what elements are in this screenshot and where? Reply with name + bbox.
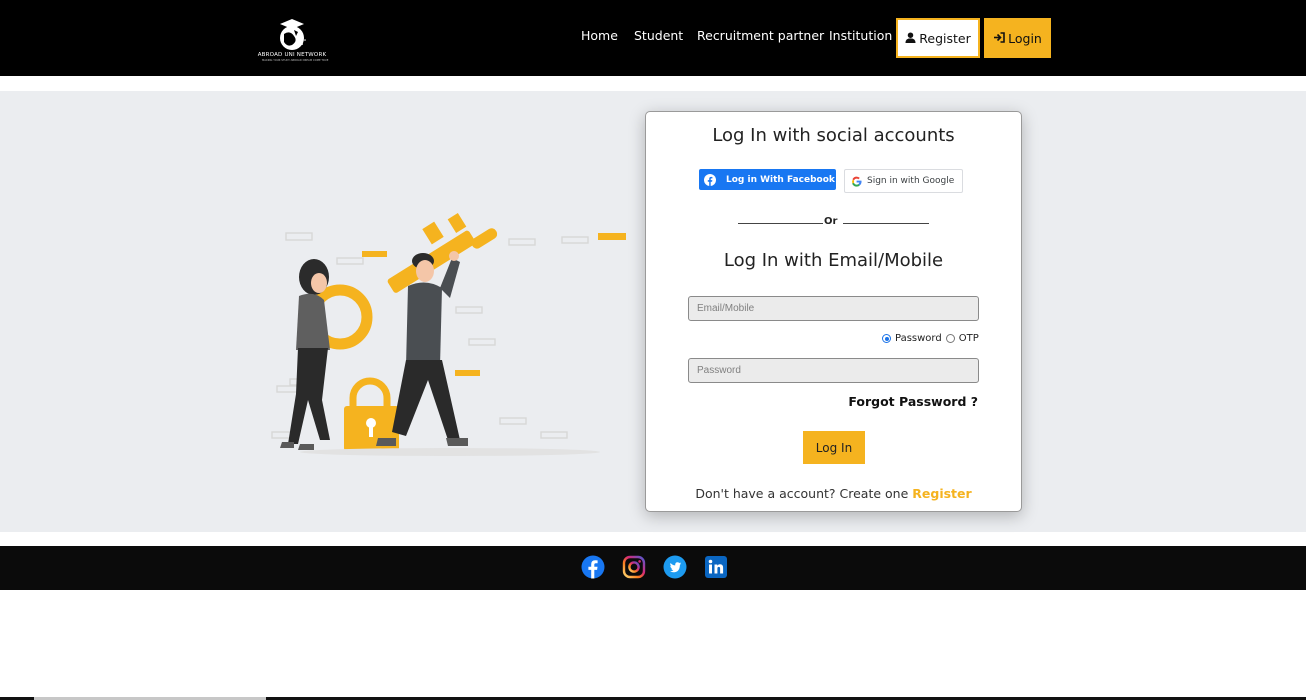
nav-recruitment-partner[interactable]: Recruitment partner	[697, 28, 824, 43]
user-icon	[905, 31, 916, 46]
linkedin-icon[interactable]	[704, 555, 728, 579]
google-signin-button[interactable]: Sign in with Google	[844, 169, 963, 193]
site-header: ABROAD UNI NETWORK MAKING YOUR STUDY ABR…	[0, 0, 1306, 76]
social-login-title: Log In with social accounts	[712, 125, 955, 146]
password-radio[interactable]	[882, 334, 891, 343]
site-footer	[0, 546, 1306, 590]
divider-left	[738, 223, 823, 224]
logo-globe-icon	[280, 19, 306, 50]
signup-prompt: Don't have a account? Create one Registe…	[646, 486, 1021, 501]
nav-institution[interactable]: Institution	[829, 28, 892, 43]
key-lock-illustration	[270, 210, 640, 460]
signup-text: Don't have a account? Create one	[695, 486, 909, 501]
login-button[interactable]: Login	[984, 18, 1051, 58]
register-button[interactable]: Register	[896, 18, 980, 58]
register-link[interactable]: Register	[912, 486, 971, 501]
login-method-radios: Password OTP	[882, 333, 979, 344]
email-login-title: Log In with Email/Mobile	[723, 250, 944, 271]
sign-in-icon	[993, 31, 1005, 46]
divider-right	[843, 223, 929, 224]
facebook-icon[interactable]	[581, 555, 605, 579]
facebook-login-label: Log in With Facebook	[726, 174, 835, 185]
login-button-label: Login	[1008, 30, 1042, 46]
google-signin-label: Sign in with Google	[867, 176, 955, 186]
logo-tagline: MAKING YOUR STUDY ABROAD DREAM COME TRUE	[262, 59, 329, 62]
logo-text: ABROAD UNI NETWORK	[257, 52, 327, 58]
email-mobile-input[interactable]	[688, 296, 979, 321]
facebook-login-button[interactable]: Log in With Facebook	[699, 169, 836, 190]
twitter-icon[interactable]	[663, 555, 687, 579]
register-button-label: Register	[919, 30, 971, 46]
otp-radio[interactable]	[945, 334, 955, 343]
login-submit-button[interactable]: Log In	[803, 431, 865, 464]
nav-home[interactable]: Home	[581, 28, 618, 43]
brand-logo[interactable]: ABROAD UNI NETWORK MAKING YOUR STUDY ABR…	[256, 16, 328, 62]
nav-student[interactable]: Student	[634, 28, 683, 43]
login-card: Log In with social accounts Log in With …	[645, 111, 1022, 512]
password-input[interactable]	[688, 358, 979, 383]
facebook-icon	[704, 173, 716, 186]
divider-or: Or	[824, 216, 838, 227]
instagram-icon[interactable]	[622, 555, 646, 579]
forgot-password-link[interactable]: Forgot Password ?	[848, 394, 978, 409]
google-icon	[852, 176, 862, 187]
otp-radio-label: OTP	[958, 333, 979, 344]
password-radio-label: Password	[895, 333, 942, 344]
